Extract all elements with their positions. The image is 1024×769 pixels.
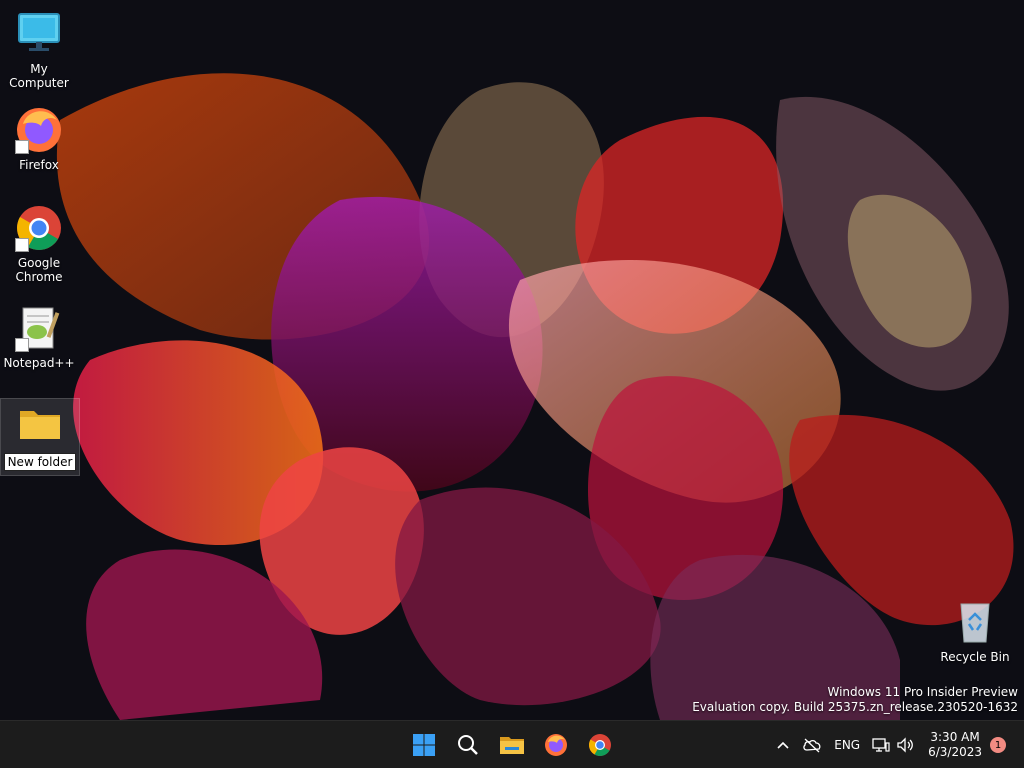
chrome-icon (13, 202, 65, 254)
shortcut-arrow-icon (15, 238, 29, 252)
chevron-up-icon (777, 741, 789, 749)
volume-icon (897, 737, 913, 753)
desktop-icon-notepad-plus-plus[interactable]: Notepad++ (0, 302, 78, 370)
recycle-bin-icon (949, 596, 1001, 648)
shortcut-arrow-icon (15, 338, 29, 352)
desktop-icon-label: Firefox (19, 158, 59, 172)
input-language-button[interactable]: ENG (828, 721, 866, 769)
desktop-icon-label: My Computer (9, 62, 69, 90)
monitor-icon (13, 8, 65, 60)
file-explorer-button[interactable] (492, 725, 532, 765)
cloud-off-icon (803, 738, 821, 753)
desktop-icon-my-computer[interactable]: My Computer (0, 8, 78, 90)
desktop-icon-label: Google Chrome (15, 256, 63, 284)
watermark-line-build: Evaluation copy. Build 25375.zn_release.… (692, 700, 1018, 714)
notification-badge[interactable]: 1 (990, 737, 1006, 753)
search-button[interactable] (448, 725, 488, 765)
firefox-taskbar-button[interactable] (536, 725, 576, 765)
desktop-icon-label: Recycle Bin (940, 650, 1010, 664)
show-hidden-icons-button[interactable] (770, 721, 796, 769)
onedrive-button[interactable] (796, 721, 828, 769)
firefox-icon (545, 734, 567, 756)
start-button[interactable] (404, 725, 444, 765)
clock-time: 3:30 AM (930, 730, 980, 744)
notepadpp-icon (13, 302, 65, 354)
desktop-icon-recycle-bin[interactable]: Recycle Bin (936, 596, 1014, 664)
clock-date: 6/3/2023 (928, 745, 982, 759)
search-icon (458, 735, 478, 755)
network-icon (872, 738, 890, 752)
desktop-icon-firefox[interactable]: Firefox (0, 104, 78, 172)
wallpaper (0, 0, 1024, 720)
windows-watermark: Windows 11 Pro Insider Preview Evaluatio… (692, 685, 1018, 715)
watermark-line-edition: Windows 11 Pro Insider Preview (827, 685, 1018, 699)
taskbar-apps (404, 725, 620, 765)
file-explorer-icon (500, 737, 524, 754)
shortcut-arrow-icon (15, 140, 29, 154)
folder-icon (14, 399, 66, 451)
desktop[interactable]: My Computer Firefox Google Chrome Notepa… (0, 0, 1024, 720)
chrome-icon (589, 734, 611, 756)
network-volume-button[interactable] (866, 721, 920, 769)
rename-input[interactable]: New folder (3, 453, 77, 471)
chrome-taskbar-button[interactable] (580, 725, 620, 765)
desktop-icon-label: Notepad++ (3, 356, 75, 370)
windows-start-icon (413, 734, 435, 756)
firefox-icon (13, 104, 65, 156)
system-tray: ENG 3:30 AM 6/3/2023 1 (770, 721, 1024, 769)
clock[interactable]: 3:30 AM 6/3/2023 (920, 721, 990, 769)
desktop-icon-google-chrome[interactable]: Google Chrome (0, 202, 78, 284)
desktop-icon-new-folder[interactable]: New folder (0, 398, 80, 476)
taskbar: ENG 3:30 AM 6/3/2023 1 (0, 720, 1024, 768)
